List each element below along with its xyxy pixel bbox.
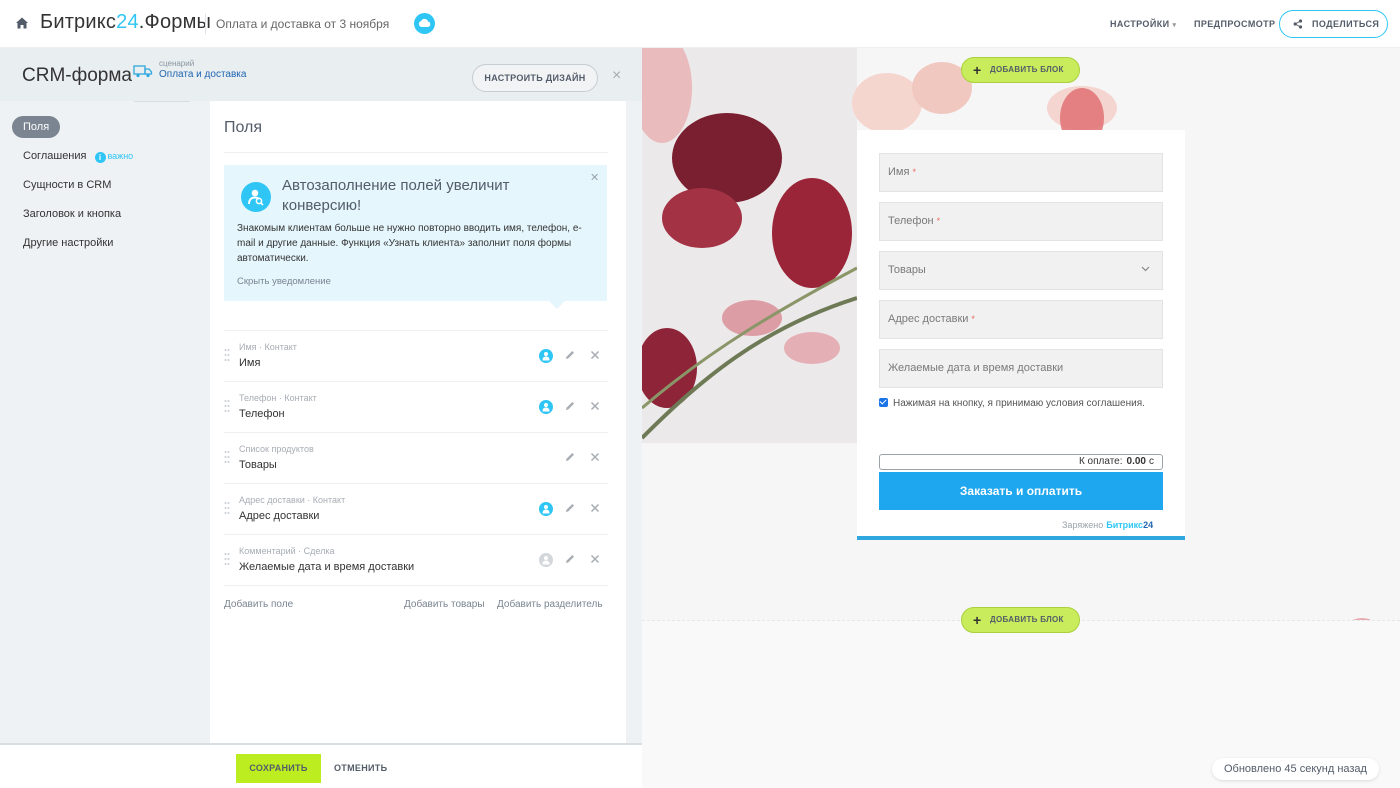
drag-handle-icon[interactable]	[224, 501, 230, 515]
app-logo[interactable]: Битрикс24.Формы	[40, 11, 211, 34]
add-block-button[interactable]: + ДОБАВИТЬ БЛОК	[961, 57, 1080, 83]
save-button[interactable]: СОХРАНИТЬ	[236, 754, 321, 783]
checkbox-checked-icon[interactable]	[879, 398, 888, 407]
form-preview: + ДОБАВИТЬ БЛОК Имя * Телефон * Товары Адре…	[642, 48, 1400, 788]
drag-handle-icon[interactable]	[224, 450, 230, 464]
field-caption: Список продуктов	[239, 444, 314, 454]
web-form: Имя * Телефон * Товары Адрес доставки * Жел…	[857, 130, 1185, 540]
delete-icon[interactable]	[589, 451, 601, 463]
title-divider	[224, 152, 608, 153]
close-icon[interactable]: ✕	[590, 171, 599, 184]
agreement-checkbox[interactable]: Нажимая на кнопку, я принимаю условия со…	[879, 398, 1145, 409]
add-goods-link[interactable]: Добавить товары	[404, 599, 485, 610]
sidebar-item-fields[interactable]: Поля	[12, 116, 61, 138]
required-mark: *	[912, 167, 916, 177]
home-icon[interactable]	[14, 15, 30, 31]
cancel-button[interactable]: ОТМЕНИТЬ	[334, 763, 387, 773]
order-and-pay-button[interactable]: Заказать и оплатить	[879, 472, 1163, 510]
chevron-down-icon: ▾	[1172, 22, 1177, 29]
edit-pencil-icon[interactable]	[564, 553, 576, 565]
edit-pencil-icon[interactable]	[564, 502, 576, 514]
top-bar: Битрикс24.Формы Оплата и доставка от 3 н…	[0, 0, 1400, 48]
name-input[interactable]: Имя *	[879, 153, 1163, 192]
scenario-caption: сценарий	[159, 59, 195, 68]
field-name: Адрес доставки	[239, 510, 320, 522]
fields-bottom-divider	[224, 585, 608, 586]
info-icon: i	[94, 152, 106, 163]
banner-text: Знакомым клиентам больше не нужно повтор…	[237, 223, 582, 264]
user-search-icon	[241, 182, 271, 212]
drag-handle-icon[interactable]	[224, 399, 230, 413]
field-name: Телефон	[239, 408, 285, 420]
autofill-banner: Автозаполнение полей увеличит конверсию!…	[224, 165, 607, 301]
field-name: Товары	[239, 459, 277, 471]
form-editor-panel: CRM-форма сценарий Оплата и доставка НАС…	[0, 48, 642, 788]
page-title[interactable]: Оплата и доставка от 3 ноября	[216, 17, 389, 31]
section-title: Поля	[224, 119, 263, 136]
sidebar-item-crm-entities[interactable]: Сущности в CRM	[12, 174, 111, 196]
sidebar-item-agreements[interactable]: Соглашения i важно	[12, 145, 133, 167]
delete-icon[interactable]	[589, 502, 601, 514]
crm-user-icon[interactable]	[539, 553, 553, 567]
delete-icon[interactable]	[589, 400, 601, 412]
field-row[interactable]: Комментарий · Сделка Желаемые дата и вре…	[224, 534, 608, 585]
crm-user-icon[interactable]	[539, 349, 553, 363]
edit-pencil-icon[interactable]	[564, 451, 576, 463]
delete-icon[interactable]	[589, 553, 601, 565]
phone-input[interactable]: Телефон *	[879, 202, 1163, 241]
field-caption: Комментарий · Сделка	[239, 546, 335, 556]
share-icon	[1293, 19, 1303, 29]
required-mark: *	[971, 314, 975, 324]
hide-notification-link[interactable]: Скрыть уведомление	[237, 276, 331, 287]
field-row[interactable]: Телефон · Контакт Телефон	[224, 381, 608, 432]
field-name: Желаемые дата и время доставки	[239, 561, 415, 573]
delivery-time-input[interactable]: Желаемые дата и время доставки	[879, 349, 1163, 388]
required-mark: *	[936, 216, 941, 226]
edit-pencil-icon[interactable]	[564, 349, 576, 361]
settings-menu[interactable]: НАСТРОЙКИ ▾	[1110, 19, 1176, 29]
configure-design-button[interactable]: НАСТРОИТЬ ДИЗАЙН	[472, 64, 598, 92]
drag-handle-icon[interactable]	[224, 552, 230, 566]
crm-user-icon[interactable]	[539, 502, 553, 516]
banner-pointer	[549, 301, 565, 309]
field-caption: Имя · Контакт	[239, 342, 297, 352]
fields-card: Поля Автозаполнение полей увеличит конве…	[210, 101, 626, 788]
add-block-button[interactable]: + ДОБАВИТЬ БЛОК	[961, 607, 1080, 633]
address-input[interactable]: Адрес доставки *	[879, 300, 1163, 339]
header-separator	[134, 101, 190, 102]
add-field-link[interactable]: Добавить поле	[224, 599, 293, 610]
delete-icon[interactable]	[589, 349, 601, 361]
banner-title: Автозаполнение полей увеличит конверсию!	[282, 177, 510, 214]
editor-title: CRM-форма	[22, 65, 132, 86]
powered-by[interactable]: Заряжено Битрикс24	[1062, 520, 1153, 530]
plus-icon: +	[973, 62, 982, 78]
scenario-link[interactable]: Оплата и доставка	[159, 69, 246, 80]
share-button[interactable]: ПОДЕЛИТЬСЯ	[1279, 10, 1388, 38]
important-badge: i важно	[94, 145, 133, 167]
drag-handle-icon[interactable]	[224, 348, 230, 362]
plus-icon: +	[973, 612, 982, 628]
crm-user-icon[interactable]	[539, 400, 553, 414]
cloud-saved-icon	[414, 13, 435, 34]
field-caption: Телефон · Контакт	[239, 393, 317, 403]
close-icon[interactable]: ×	[612, 68, 621, 84]
preview-link[interactable]: ПРЕДПРОСМОТР	[1194, 19, 1275, 29]
header-divider	[205, 14, 206, 34]
add-separator-link[interactable]: Добавить разделитель	[497, 599, 603, 610]
products-select[interactable]: Товары	[879, 251, 1163, 290]
field-name: Имя	[239, 357, 261, 369]
delivery-truck-icon	[133, 65, 153, 78]
editor-header: CRM-форма сценарий Оплата и доставка НАС…	[0, 48, 642, 101]
field-row[interactable]: Список продуктов Товары	[224, 432, 608, 483]
sidebar-item-other-settings[interactable]: Другие настройки	[12, 232, 113, 254]
last-updated-status: Обновлено 45 секунд назад	[1212, 758, 1379, 780]
field-row[interactable]: Адрес доставки · Контакт Адрес доставки	[224, 483, 608, 534]
chevron-down-icon	[1141, 266, 1150, 272]
field-caption: Адрес доставки · Контакт	[239, 495, 346, 505]
bottom-action-bar: СОХРАНИТЬ ОТМЕНИТЬ	[0, 743, 642, 788]
edit-pencil-icon[interactable]	[564, 400, 576, 412]
sidebar-item-header-button[interactable]: Заголовок и кнопка	[12, 203, 121, 225]
total-amount: К оплате: 0.00 с	[879, 454, 1163, 470]
field-row[interactable]: Имя · Контакт Имя	[224, 330, 608, 381]
